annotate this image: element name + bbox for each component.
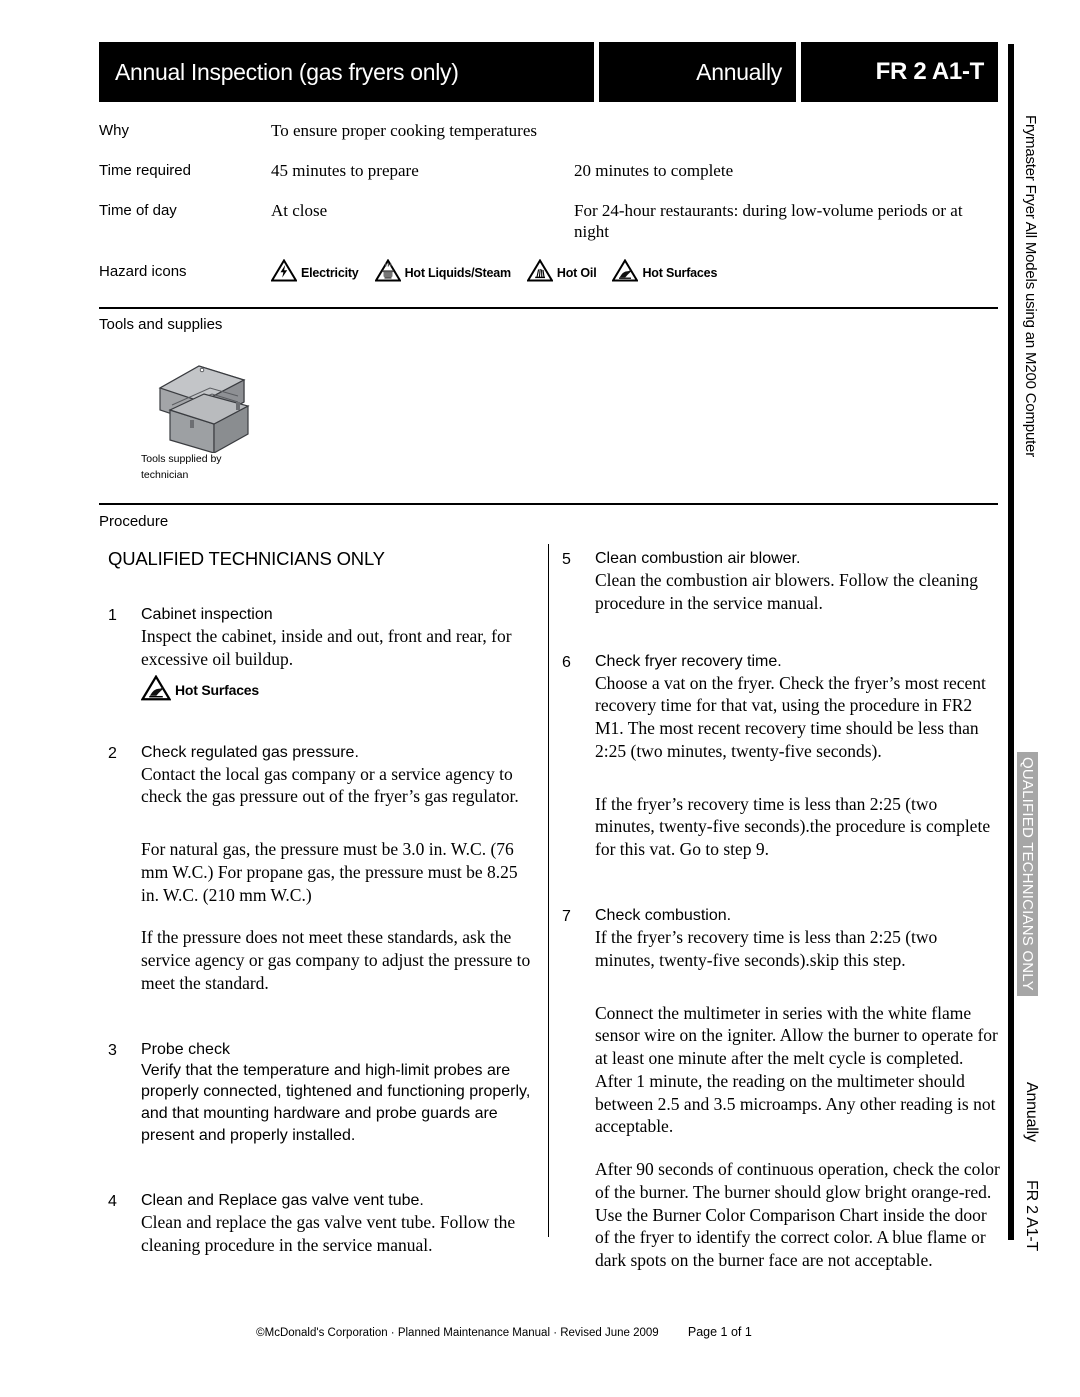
info-value-at-close: At close — [271, 200, 328, 220]
hot-surfaces-hazard-icon — [140, 674, 172, 706]
hazard-hot-liquids-steam: Hot Liquids/Steam — [373, 258, 512, 287]
info-value-why: To ensure proper cooking temperatures — [271, 121, 537, 140]
hot-liquids-steam-hazard-icon — [373, 258, 402, 287]
step-content: Check combustion. If the fryer’s recover… — [595, 905, 1000, 972]
step-2-paragraph-2: For natural gas, the pressure must be 3.… — [141, 839, 518, 905]
info-row-hazard-icons: Hazard icons Electricity Hot Liquids/Ste… — [99, 258, 998, 287]
header-document-code: FR 2 A1-T — [801, 42, 998, 102]
toolbox-icon — [152, 358, 262, 458]
step-number: 7 — [562, 907, 571, 925]
step-number: 2 — [108, 744, 117, 762]
procedure-step-6: 6 Check fryer recovery time. Choose a va… — [562, 651, 1000, 763]
step-number: 4 — [108, 1193, 117, 1211]
step-content: Check regulated gas pressure. Contact th… — [141, 742, 536, 809]
step-title: Check combustion. — [595, 906, 732, 924]
step-title: Check fryer recovery time. — [595, 652, 782, 670]
procedure-column-divider — [548, 544, 549, 1237]
qualified-technicians-only-title: QUALIFIED TECHNICIANS ONLY — [108, 548, 385, 569]
step-body-text: Choose a vat on the fryer. Check the fry… — [595, 672, 986, 761]
document-page: Annual Inspection (gas fryers only) Annu… — [0, 0, 1080, 1397]
step-title: Clean and Replace gas valve vent tube. — [141, 1192, 424, 1210]
info-label-time-of-day: Time of day — [99, 201, 177, 219]
info-value-time-prepare: 45 minutes to prepare — [271, 160, 419, 180]
step-content: Clean combustion air blower. Clean the c… — [595, 548, 1000, 615]
info-value-time-complete: 20 minutes to complete — [574, 160, 734, 180]
step-content: Check fryer recovery time. Choose a vat … — [595, 651, 1000, 763]
step-2-paragraph-3: If the pressure does not meet these stan… — [141, 927, 531, 993]
procedure-heading: Procedure — [99, 513, 169, 530]
step-title: Cabinet inspection — [141, 606, 273, 623]
hazard-hot-oil-label: Hot Oil — [556, 266, 597, 280]
step-content: Probe check Verify that the temperature … — [141, 1039, 536, 1146]
hazard-hot-surfaces-label: Hot Surfaces — [642, 266, 718, 280]
footer-page-number: Page 1 of 1 — [687, 1325, 752, 1339]
step-body-text: Verify that the temperature and high-lim… — [141, 1061, 531, 1144]
info-table: Why To ensure proper cooking temperature… — [99, 120, 998, 305]
hazard-hot-liquids-steam-label: Hot Liquids/Steam — [404, 266, 512, 280]
footer-copyright: ©McDonald's Corporation · Planned Mainte… — [256, 1327, 659, 1339]
hazard-electricity-label: Electricity — [301, 266, 359, 280]
header-title: Annual Inspection (gas fryers only) — [99, 42, 594, 102]
sidebar-qualified-technicians-tab: QUALIFIED TECHNICIANS ONLY — [1017, 752, 1038, 996]
hot-surfaces-hazard-icon — [611, 258, 640, 287]
divider-rule-procedure — [99, 503, 998, 505]
info-row-time-of-day: Time of day At close For 24-hour restaur… — [99, 200, 998, 244]
procedure-left-column: QUALIFIED TECHNICIANS ONLY 1 Cabinet ins… — [108, 548, 536, 1267]
sidebar-model-text: Frymaster Fryer All Models using an M200… — [1022, 115, 1039, 457]
step-body-text: Inspect the cabinet, inside and out, fro… — [141, 626, 512, 669]
step-number: 6 — [562, 653, 571, 671]
sidebar-document-code: FR 2 A1-T — [1023, 1180, 1040, 1252]
step-7-paragraph-2: Connect the multimeter in series with th… — [595, 1002, 998, 1137]
info-label-time-required: Time required — [99, 161, 191, 179]
info-label-hazard-icons: Hazard icons — [99, 263, 187, 280]
sidebar-vertical-rule — [1008, 44, 1014, 1240]
header-frequency: Annually — [599, 42, 796, 102]
page-footer: ©McDonald's Corporation · Planned Mainte… — [0, 1325, 1008, 1339]
procedure-step-2: 2 Check regulated gas pressure. Contact … — [108, 742, 536, 809]
inline-hazard-hot-surfaces: Hot Surfaces — [140, 674, 536, 706]
step-content: Cabinet inspection Inspect the cabinet, … — [140, 604, 536, 706]
step-number: 3 — [108, 1041, 117, 1059]
hazard-electricity: Electricity — [270, 258, 359, 287]
procedure-right-column: 5 Clean combustion air blower. Clean the… — [562, 548, 1000, 1272]
hazard-icon-list: Electricity Hot Liquids/Steam Hot Oil Ho… — [270, 258, 998, 287]
procedure-step-5: 5 Clean combustion air blower. Clean the… — [562, 548, 1000, 615]
divider-rule-tools — [99, 307, 998, 309]
hot-oil-hazard-icon — [526, 258, 554, 287]
step-number: 5 — [562, 551, 571, 568]
step-number: 1 — [108, 607, 117, 624]
step-6-paragraph-2: If the fryer’s recovery time is less tha… — [595, 793, 991, 860]
step-7-paragraph-3: After 90 seconds of continuous operation… — [595, 1159, 1000, 1271]
procedure-step-7: 7 Check combustion. If the fryer’s recov… — [562, 905, 1000, 972]
info-row-why: Why To ensure proper cooking temperature… — [99, 120, 998, 142]
step-title: Clean combustion air blower. — [595, 550, 801, 567]
inline-hazard-label: Hot Surfaces — [175, 682, 259, 699]
info-value-24hour-note: For 24-hour restaurants: during low-volu… — [574, 200, 963, 242]
step-body-text: Clean the combustion air blowers. Follow… — [595, 570, 978, 613]
info-row-time-required: Time required 45 minutes to prepare 20 m… — [99, 160, 998, 182]
electricity-hazard-icon — [270, 258, 298, 287]
tools-supplied-caption: Tools supplied by technician — [141, 453, 222, 481]
step-body-text: Clean and replace the gas valve vent tub… — [141, 1212, 516, 1256]
procedure-step-3: 3 Probe check Verify that the temperatur… — [108, 1039, 536, 1146]
tools-and-supplies-heading: Tools and supplies — [99, 316, 223, 333]
step-body-text: If the fryer’s recovery time is less tha… — [595, 927, 938, 970]
sidebar-frequency: Annually — [1023, 1082, 1040, 1142]
step-content: Clean and Replace gas valve vent tube. C… — [141, 1190, 536, 1257]
step-title: Probe check — [141, 1040, 230, 1058]
hazard-hot-oil: Hot Oil — [526, 258, 597, 287]
procedure-step-4: 4 Clean and Replace gas valve vent tube.… — [108, 1190, 536, 1257]
step-body-text: Contact the local gas company or a servi… — [141, 763, 519, 807]
page-header: Annual Inspection (gas fryers only) Annu… — [99, 42, 998, 102]
procedure-step-1: 1 Cabinet inspection Inspect the cabinet… — [108, 604, 536, 706]
info-label-why: Why — [99, 122, 129, 139]
hazard-hot-surfaces: Hot Surfaces — [611, 258, 718, 287]
step-title: Check regulated gas pressure. — [141, 743, 359, 761]
